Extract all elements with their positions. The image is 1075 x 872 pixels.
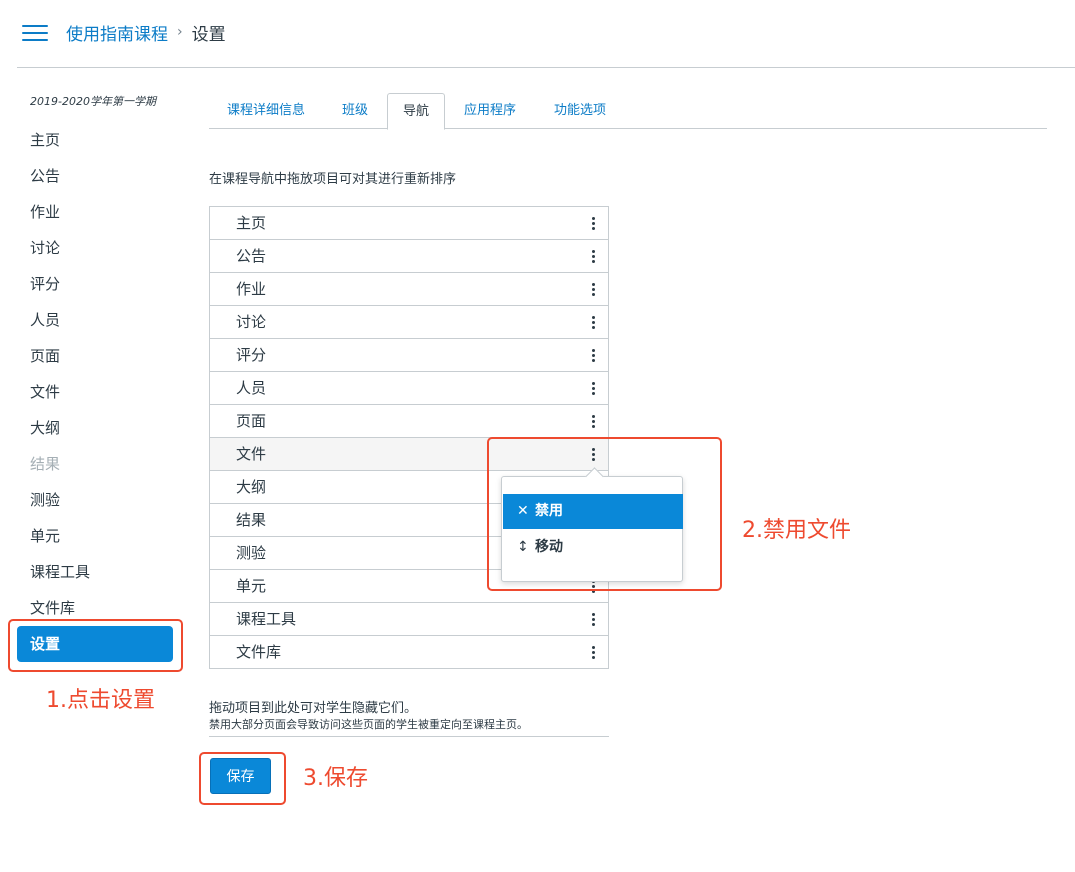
nav-item-label: 作业 xyxy=(236,280,267,298)
kebab-menu-icon[interactable] xyxy=(591,282,597,298)
breadcrumb-chevron-icon: › xyxy=(177,24,183,40)
kebab-menu-icon[interactable] xyxy=(591,414,597,430)
kebab-menu-icon[interactable] xyxy=(591,315,597,331)
sidebar-item-outcomes: 结果 xyxy=(30,455,61,473)
nav-item-file-library[interactable]: 文件库 xyxy=(210,636,608,669)
kebab-menu-icon[interactable] xyxy=(591,216,597,232)
tab-apps[interactable]: 应用程序 xyxy=(445,93,535,129)
sidebar-item-pages[interactable]: 页面 xyxy=(30,345,60,367)
page-header: 使用指南课程 › 设置 xyxy=(0,0,1075,68)
sidebar-item-course-tools[interactable]: 课程工具 xyxy=(30,561,90,583)
kebab-menu-icon[interactable] xyxy=(591,348,597,364)
nav-item-label: 评分 xyxy=(236,346,267,364)
nav-item-label: 文件 xyxy=(236,445,267,463)
nav-item-label: 主页 xyxy=(236,214,267,232)
kebab-menu-icon[interactable] xyxy=(591,612,597,628)
nav-item-home[interactable]: 主页 xyxy=(210,207,608,240)
tab-course-details[interactable]: 课程详细信息 xyxy=(209,93,323,129)
sidebar-item-syllabus[interactable]: 大纲 xyxy=(30,417,60,439)
sidebar-item-modules[interactable]: 单元 xyxy=(30,525,60,547)
nav-item-label: 单元 xyxy=(236,577,267,595)
sidebar-item-grades[interactable]: 评分 xyxy=(30,273,60,295)
hidden-items-note: 禁用大部分页面会导致访问这些页面的学生被重定向至课程主页。 xyxy=(209,718,528,731)
nav-item-label: 结果 xyxy=(236,511,267,529)
hidden-items-instruction: 拖动项目到此处可对学生隐藏它们。 xyxy=(209,701,418,716)
nav-item-label: 大纲 xyxy=(236,478,267,496)
term-label: 2019-2020学年第一学期 xyxy=(30,95,156,108)
settings-tabs: 课程详细信息 班级 导航 应用程序 功能选项 xyxy=(209,93,1047,130)
annotation-box-disable xyxy=(487,437,722,591)
nav-item-label: 页面 xyxy=(236,412,267,430)
tab-feature-options[interactable]: 功能选项 xyxy=(535,93,625,129)
sidebar-item-discussions[interactable]: 讨论 xyxy=(30,237,60,259)
nav-item-label: 文件库 xyxy=(236,643,282,661)
kebab-menu-icon[interactable] xyxy=(591,249,597,265)
sidebar-item-quizzes[interactable]: 测验 xyxy=(30,489,60,511)
nav-item-label: 公告 xyxy=(236,247,267,265)
kebab-menu-icon[interactable] xyxy=(591,381,597,397)
annotation-box-save xyxy=(199,752,286,805)
nav-item-grades[interactable]: 评分 xyxy=(210,339,608,372)
reorder-instruction: 在课程导航中拖放项目可对其进行重新排序 xyxy=(209,172,457,187)
sidebar-item-announcements[interactable]: 公告 xyxy=(30,165,60,187)
annotation-step1-label: 1.点击设置 xyxy=(46,688,155,713)
tab-navigation[interactable]: 导航 xyxy=(387,93,445,130)
nav-item-label: 课程工具 xyxy=(236,610,297,628)
annotation-step3-label: 3.保存 xyxy=(303,766,368,791)
nav-item-people[interactable]: 人员 xyxy=(210,372,608,405)
breadcrumb: 使用指南课程 › 设置 xyxy=(66,20,226,45)
nav-item-label: 人员 xyxy=(236,379,267,397)
nav-item-discussions[interactable]: 讨论 xyxy=(210,306,608,339)
nav-item-label: 测验 xyxy=(236,544,267,562)
sidebar-item-file-library[interactable]: 文件库 xyxy=(30,597,75,619)
annotation-box-settings xyxy=(8,619,183,672)
nav-item-course-tools[interactable]: 课程工具 xyxy=(210,603,608,636)
sidebar-item-assignments[interactable]: 作业 xyxy=(30,201,60,223)
nav-item-announcements[interactable]: 公告 xyxy=(210,240,608,273)
annotation-step2-label: 2.禁用文件 xyxy=(742,518,851,543)
sidebar-item-files[interactable]: 文件 xyxy=(30,381,60,403)
sidebar-item-people[interactable]: 人员 xyxy=(30,309,60,331)
sidebar-item-home[interactable]: 主页 xyxy=(30,129,60,151)
header-divider xyxy=(17,67,1075,68)
hidden-items-dropzone[interactable] xyxy=(209,736,609,737)
nav-item-label: 讨论 xyxy=(236,313,267,331)
nav-item-pages[interactable]: 页面 xyxy=(210,405,608,438)
kebab-menu-icon[interactable] xyxy=(591,645,597,661)
tab-sections[interactable]: 班级 xyxy=(323,93,387,129)
nav-item-assignments[interactable]: 作业 xyxy=(210,273,608,306)
breadcrumb-course-link[interactable]: 使用指南课程 xyxy=(66,20,168,45)
hamburger-menu-icon[interactable] xyxy=(22,24,48,42)
breadcrumb-current-page: 设置 xyxy=(191,24,226,45)
